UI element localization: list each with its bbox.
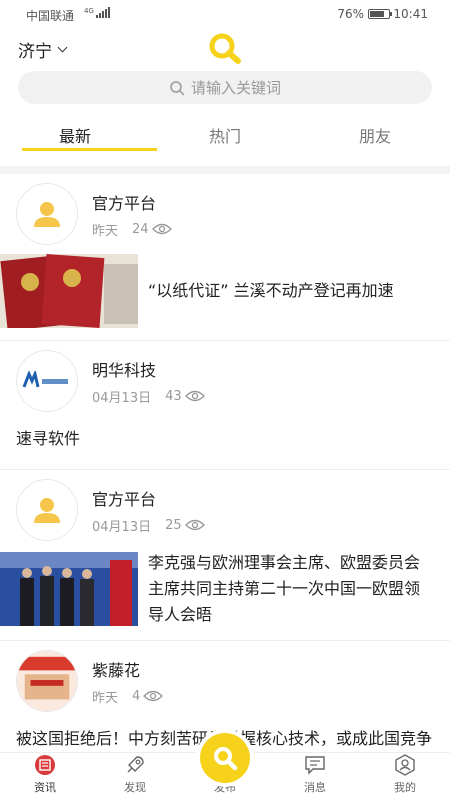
company-logo-icon (22, 371, 68, 388)
rocket-icon (127, 756, 144, 773)
tab-friends[interactable]: 朋友 (300, 118, 450, 154)
nav-label: 消息 (304, 781, 326, 794)
article-thumbnail (0, 552, 138, 626)
eye-icon (184, 390, 205, 402)
app-logo-icon (209, 33, 241, 64)
post-text: 速寻软件 (16, 429, 81, 448)
search-placeholder: 请输入关键词 (190, 79, 281, 97)
post-date: 04月13日 (92, 390, 152, 406)
view-count: 25 (165, 517, 182, 533)
nav-label: 发现 (124, 781, 146, 794)
nav-news[interactable]: 资讯 (0, 753, 90, 800)
city-selector[interactable]: 济宁 (18, 37, 68, 62)
article-thumbnail (0, 254, 138, 328)
nav-profile[interactable]: 我的 (360, 753, 450, 800)
search-icon (170, 80, 185, 95)
network-type: 4G (84, 7, 94, 15)
view-count: 24 (132, 221, 149, 237)
profile-icon (395, 754, 415, 776)
article-preview[interactable]: “以纸代证” 兰溪不动产登记再加速 (0, 254, 434, 340)
nav-messages[interactable]: 消息 (270, 753, 360, 800)
post-author[interactable]: 官方平台 (92, 486, 205, 510)
post-author[interactable]: 官方平台 (92, 190, 172, 214)
clock: 10:41 (393, 7, 428, 21)
nav-discover[interactable]: 发现 (90, 753, 180, 800)
tab-latest[interactable]: 最新 (0, 118, 157, 154)
eye-icon (143, 690, 164, 702)
message-icon (305, 756, 325, 775)
eye-icon (184, 519, 205, 531)
eye-icon (151, 223, 172, 235)
post-date: 昨天 (92, 223, 119, 239)
post-card[interactable]: 明华科技 04月13日 43 速寻软件 (0, 341, 450, 469)
article-title: “以纸代证” 兰溪不动产登记再加速 (148, 281, 394, 300)
chevron-down-icon (57, 42, 68, 53)
city-name: 济宁 (18, 42, 52, 62)
avatar[interactable] (16, 183, 78, 245)
avatar[interactable] (16, 650, 78, 712)
tab-hot[interactable]: 热门 (150, 118, 300, 154)
post-date: 昨天 (92, 690, 119, 706)
status-bar: 中国联通 4G 76% 10:41 (0, 0, 450, 28)
battery-percent: 76% (337, 7, 364, 21)
avatar[interactable] (16, 350, 78, 412)
divider (0, 166, 450, 174)
search-bar[interactable]: 请输入关键词 (18, 71, 432, 104)
carrier-name: 中国联通 (26, 9, 75, 23)
post-author[interactable]: 紫藤花 (92, 657, 163, 681)
avatar[interactable] (16, 479, 78, 541)
article-preview[interactable]: 李克强与欧洲理事会主席、欧盟委员会主席共同主持第二十一次中国一欧盟领导人会晤 (0, 550, 434, 640)
post-author[interactable]: 明华科技 (92, 357, 205, 381)
post-card[interactable]: 官方平台 昨天 24 “以纸代证” 兰溪不动产登记再加速 (0, 174, 450, 340)
publish-button[interactable] (200, 733, 250, 783)
top-header: 济宁 (0, 28, 450, 68)
post-feed: 官方平台 昨天 24 “以纸代证” 兰溪不动产登记再加速 明华科技 04月13日… (0, 166, 450, 797)
post-date: 04月13日 (92, 519, 152, 535)
view-count: 4 (132, 688, 141, 704)
nav-label: 我的 (394, 781, 416, 794)
feed-tabs: 最新 热门 朋友 (0, 118, 450, 154)
user-placeholder-icon (34, 498, 60, 523)
battery-icon (368, 9, 392, 19)
app-screen: { "status_bar": { "carrier": "中国联通", "ne… (0, 0, 450, 800)
search-publish-icon (214, 747, 238, 771)
article-title: 李克强与欧洲理事会主席、欧盟委员会主席共同主持第二十一次中国一欧盟领导人会晤 (148, 553, 421, 624)
view-count: 43 (165, 388, 182, 404)
news-icon (35, 755, 55, 775)
nav-label: 资讯 (34, 781, 56, 794)
post-card[interactable]: 官方平台 04月13日 25 李克强与欧洲理事会主席、欧盟委员会主席共同主持第二… (0, 470, 450, 640)
user-avatar-image (17, 651, 77, 711)
user-placeholder-icon (34, 202, 60, 227)
signal-icon (96, 7, 110, 18)
